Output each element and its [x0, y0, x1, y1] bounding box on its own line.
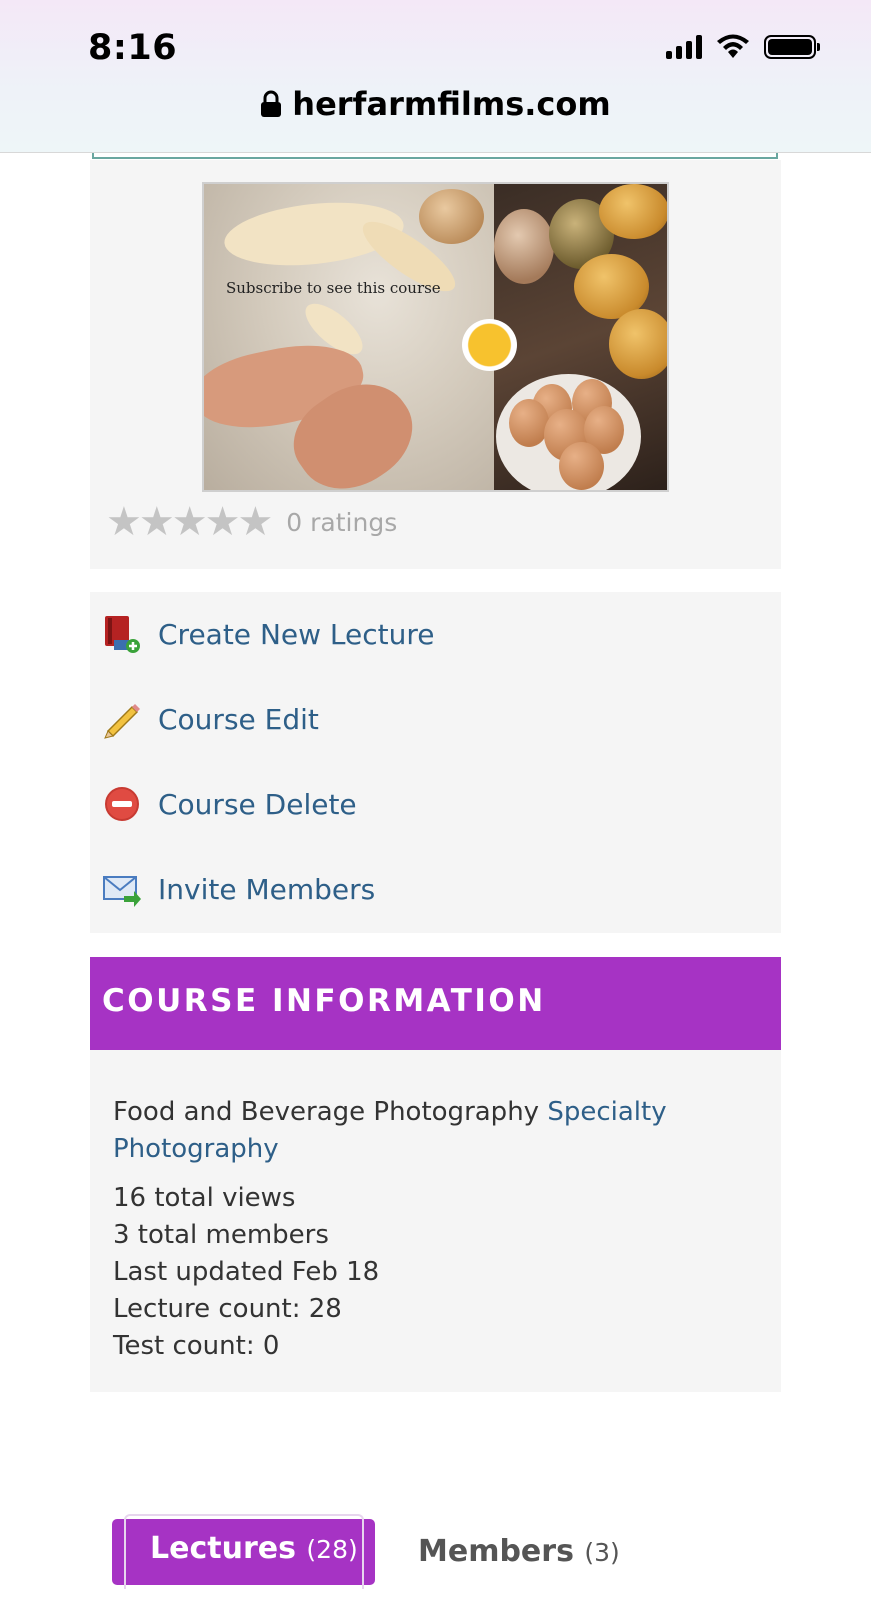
status-icons: [666, 34, 820, 60]
book-add-icon: [105, 616, 140, 653]
address-bar[interactable]: herfarmfilms.com: [0, 85, 871, 123]
total-views: 16 total views: [113, 1183, 296, 1213]
course-image[interactable]: Subscribe to see this course: [202, 182, 669, 492]
delete-icon: [105, 787, 139, 821]
browser-top-bar: 8:16 herfarmfilms.com: [0, 0, 871, 153]
course-name: Food and Beverage Photography: [113, 1097, 540, 1127]
test-count: Test count: 0: [113, 1331, 280, 1361]
course-information-body: Food and Beverage Photography Specialty …: [90, 1050, 781, 1392]
course-delete-link[interactable]: Course Delete: [102, 782, 357, 826]
section-title: COURSE INFORMATION: [102, 983, 546, 1019]
divider: [92, 153, 778, 159]
star-icon[interactable]: ★: [205, 502, 241, 542]
course-edit-link[interactable]: Course Edit: [102, 697, 319, 741]
cellular-signal-icon: [666, 35, 702, 59]
tab-members-label: Members: [418, 1534, 574, 1569]
category-link[interactable]: Specialty: [547, 1097, 666, 1127]
envelope-arrow-icon: [103, 876, 141, 907]
course-card: Subscribe to see this course ★ ★ ★ ★ ★ 0…: [90, 160, 781, 569]
create-new-lecture-link[interactable]: Create New Lecture: [102, 612, 435, 656]
course-actions: Create New Lecture Course Edit Course De…: [90, 592, 781, 933]
wifi-icon: [717, 34, 749, 58]
status-time: 8:16: [88, 28, 178, 68]
battery-icon: [764, 35, 820, 59]
tab-members-count: (3): [584, 1538, 620, 1567]
ratings-count: 0 ratings: [286, 507, 398, 537]
course-tabs: Lectures (28) Members (3): [0, 1500, 871, 1600]
star-icon[interactable]: ★: [237, 502, 273, 542]
tab-lectures-label: Lectures: [150, 1531, 296, 1566]
lecture-count: Lecture count: 28: [113, 1294, 342, 1324]
star-icon[interactable]: ★: [139, 502, 175, 542]
course-information-header: COURSE INFORMATION: [90, 957, 781, 1050]
tab-lectures[interactable]: Lectures (28): [112, 1514, 375, 1589]
url-text: herfarmfilms.com: [292, 85, 611, 123]
total-members: 3 total members: [113, 1220, 329, 1250]
subscribe-overlay-text: Subscribe to see this course: [226, 279, 441, 297]
category-link-continued[interactable]: Photography: [113, 1134, 279, 1164]
pencil-icon: [104, 704, 140, 739]
invite-members-link[interactable]: Invite Members: [102, 867, 375, 911]
rating-row: ★ ★ ★ ★ ★ 0 ratings: [106, 502, 397, 542]
tab-lectures-count: (28): [306, 1535, 358, 1564]
star-icon[interactable]: ★: [172, 502, 208, 542]
lock-icon: [261, 90, 282, 117]
last-updated: Last updated Feb 18: [113, 1257, 380, 1287]
course-category-line: Food and Beverage Photography Specialty: [113, 1097, 667, 1127]
tab-members[interactable]: Members (3): [418, 1534, 620, 1569]
star-icon[interactable]: ★: [106, 502, 142, 542]
